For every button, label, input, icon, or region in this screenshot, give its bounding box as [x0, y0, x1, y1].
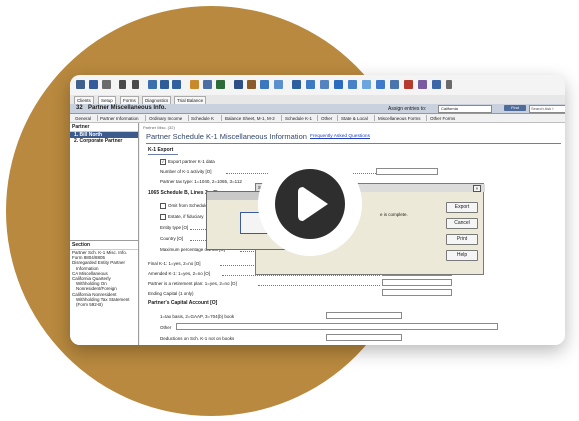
other-label: Other [160, 325, 172, 330]
assign-label: Assign entries to: [388, 105, 427, 112]
subtab-balance-sheet[interactable]: Balance Sheet, M-1, M-2 [225, 116, 275, 121]
tab-forms[interactable]: Forms [120, 96, 139, 104]
heading-underline [148, 154, 178, 155]
bookmark-icon[interactable] [190, 80, 199, 89]
export-button[interactable]: Export [446, 202, 478, 213]
print-icon[interactable] [102, 80, 111, 89]
close-icon[interactable]: × [473, 185, 481, 192]
help-button[interactable]: Help [446, 250, 478, 261]
subtab-other-forms[interactable]: Other Forms [430, 116, 455, 121]
subtab-schedule-k[interactable]: Schedule K [191, 116, 214, 121]
ending-capital-label: Ending Capital (1 only) [148, 291, 194, 296]
section-list: Section Partner Sch. K-1 Misc. Info. For… [70, 240, 138, 345]
subtab-ordinary-income[interactable]: Ordinary Income [149, 116, 182, 121]
tools-icon[interactable] [216, 80, 225, 89]
export-k1-label: Export partner K-1 data [168, 159, 215, 164]
breadcrumb: Partner Misc. (32) [143, 125, 175, 130]
retirement-label: Partner is a retirement plan: 1=yes, 2=n… [148, 281, 237, 286]
other-input[interactable] [176, 323, 498, 330]
partner-item[interactable]: 2. Corporate Partner [70, 138, 138, 144]
import-icon[interactable] [160, 80, 169, 89]
chart-icon[interactable] [320, 80, 329, 89]
subtab-schedule-k1[interactable]: Schedule K-1 [285, 116, 312, 121]
subtab-general[interactable]: General [75, 116, 91, 121]
grid-icon[interactable] [247, 80, 256, 89]
help-icon[interactable] [362, 80, 371, 89]
k1-export-heading: K-1 Export [148, 147, 174, 153]
tab-setup[interactable]: Setup [98, 96, 116, 104]
country-label: Country [O] [160, 236, 184, 241]
globe2-icon[interactable] [390, 80, 399, 89]
table-icon[interactable] [148, 80, 157, 89]
edit-icon[interactable] [203, 80, 212, 89]
globe-icon[interactable] [376, 80, 385, 89]
faq-link[interactable]: Frequently Asked Questions [310, 134, 370, 139]
form-number: 32 [76, 105, 83, 111]
tax-basis-input[interactable] [326, 312, 402, 319]
estate-checkbox[interactable] [160, 214, 166, 220]
tab-clients[interactable]: Clients [74, 96, 94, 104]
move-icon[interactable] [119, 80, 126, 89]
activity-input[interactable] [376, 168, 438, 175]
entity-label: Entity type [O] [160, 225, 189, 230]
sheet-icon[interactable] [274, 80, 283, 89]
dialog-message: e is complete. [380, 212, 408, 217]
omit-checkbox[interactable] [160, 203, 166, 209]
subtab-partner-information[interactable]: Partner Information [100, 116, 139, 121]
alert-icon[interactable] [404, 80, 413, 89]
add-icon[interactable] [132, 80, 139, 89]
mail-icon[interactable] [260, 80, 269, 89]
folder-icon[interactable] [348, 80, 357, 89]
leader-dots [258, 285, 380, 286]
section-item[interactable]: (Form 592-B) [70, 302, 138, 307]
form-title-bar: 32 Partner Miscellaneous Info. Assign en… [70, 104, 565, 114]
left-panel: Partner 1. Bill North 2. Corporate Partn… [70, 123, 139, 345]
pencil-icon[interactable] [432, 80, 441, 89]
final-k1-label: Final K-1: 1=yes, 2=no [O] [148, 261, 201, 266]
export-icon[interactable] [172, 80, 181, 89]
ending-capital-input[interactable] [382, 289, 452, 296]
tax-basis-label: 1=tax basis, 2=GAAP, 3=704(b) book [160, 314, 235, 319]
box-icon[interactable] [234, 80, 243, 89]
puzzle-icon[interactable] [418, 80, 427, 89]
calculator-icon[interactable] [76, 80, 85, 89]
deductions-label: Deductions on Sch. K-1 not on books [160, 336, 235, 341]
toolbar [70, 75, 565, 96]
tab-trial-balance[interactable]: Trial Balance [174, 96, 207, 104]
search-input[interactable]: Search Ask I [529, 105, 565, 113]
sub-tabs: General Partner Information Ordinary Inc… [70, 114, 565, 123]
page-title: Partner Schedule K-1 Miscellaneous Infor… [146, 132, 307, 141]
leader-dots [222, 275, 380, 276]
subtab-state-local[interactable]: State & Local [341, 116, 368, 121]
form-name: Partner Miscellaneous Info. [88, 105, 167, 111]
section-list-header: Section [70, 241, 138, 250]
tab-diagnostics[interactable]: Diagnostics [142, 96, 172, 104]
tax-type-label: Partner tax type: 1=1040, 2=1065, 3=112 [160, 179, 242, 184]
info-icon[interactable] [292, 80, 301, 89]
partner-list-header: Partner [70, 123, 138, 132]
monitor-icon[interactable] [334, 80, 343, 89]
print-button[interactable]: Print [446, 234, 478, 245]
play-button[interactable] [258, 152, 362, 256]
amended-k1-label: Amended K-1: 1=yes, 2=no [O] [148, 271, 211, 276]
export-k1-checkbox[interactable]: ✓ [160, 159, 166, 165]
cancel-button[interactable]: Cancel [446, 218, 478, 229]
pen-icon[interactable] [446, 80, 452, 89]
save-icon[interactable] [89, 80, 98, 89]
subtab-misc-forms[interactable]: Miscellaneous Forms [378, 116, 421, 121]
assign-select[interactable]: California [438, 105, 492, 113]
retirement-input[interactable] [382, 279, 452, 286]
subtab-other[interactable]: Other [321, 116, 332, 121]
deductions-input[interactable] [326, 334, 402, 341]
estate-label: Estate, if fiduciary [168, 214, 204, 219]
find-button[interactable]: Find [504, 105, 526, 111]
title-divider [146, 143, 561, 144]
activity-label: Number of K-1 activity [O] [160, 169, 212, 174]
capital-heading: Partner's Capital Account [O] [148, 300, 218, 306]
docs-icon[interactable] [306, 80, 315, 89]
